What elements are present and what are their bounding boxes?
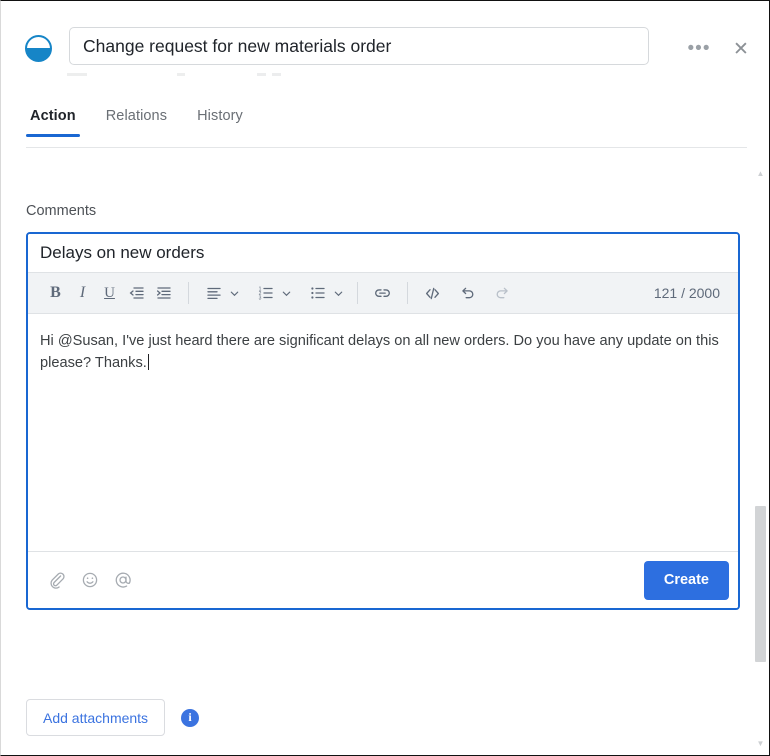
mention-at-icon[interactable]: [108, 565, 138, 595]
tab-action[interactable]: Action: [26, 106, 80, 137]
add-attachments-button[interactable]: Add attachments: [26, 699, 166, 736]
header-actions: ••• ✕: [665, 37, 753, 61]
redo-icon[interactable]: [489, 280, 516, 306]
more-options-button[interactable]: •••: [687, 37, 711, 61]
align-icon[interactable]: [200, 280, 227, 306]
text-cursor: [147, 354, 149, 370]
bold-icon[interactable]: B: [42, 280, 69, 306]
ordered-list-icon[interactable]: 1 2 3: [252, 280, 279, 306]
undo-icon[interactable]: [454, 280, 481, 306]
comment-body-editor[interactable]: Hi @Susan, I've just heard there are sig…: [28, 314, 738, 551]
comment-dialog: Change request for new materials order •…: [0, 0, 770, 756]
bulleted-list-icon[interactable]: [304, 280, 331, 306]
underline-icon[interactable]: U: [96, 280, 123, 306]
toolbar-divider-3: [407, 282, 408, 304]
link-icon[interactable]: [369, 280, 396, 306]
svg-text:3: 3: [258, 296, 261, 302]
scrollbar-thumb[interactable]: [755, 506, 766, 662]
app-logo-icon: [25, 35, 52, 62]
tab-bar: Action Relations History: [1, 106, 769, 148]
character-counter: 121 / 2000: [653, 285, 720, 301]
attach-paperclip-icon[interactable]: [42, 565, 72, 595]
page-scrollbar[interactable]: ▲ ▼: [753, 164, 768, 754]
more-dots-icon: •••: [687, 38, 711, 59]
indent-icon[interactable]: [150, 280, 177, 306]
tab-relations[interactable]: Relations: [102, 106, 171, 137]
editor-toolbar: B I U 1 2 3 121 / 2000: [28, 272, 738, 314]
close-icon: ✕: [733, 38, 749, 60]
outdent-icon[interactable]: [123, 280, 150, 306]
comment-subject-input[interactable]: Delays on new orders: [28, 234, 738, 272]
toolbar-divider-1: [188, 282, 189, 304]
attachments-row: Add attachments i: [26, 699, 200, 736]
tab-history[interactable]: History: [193, 106, 247, 137]
close-button[interactable]: ✕: [729, 37, 753, 61]
create-comment-button[interactable]: Create: [643, 560, 729, 600]
comments-section-label: Comments: [26, 203, 97, 219]
code-icon[interactable]: [419, 280, 446, 306]
align-chevron-down-icon[interactable]: [227, 280, 242, 306]
italic-icon[interactable]: I: [69, 280, 96, 306]
comment-body-text: Hi @Susan, I've just heard there are sig…: [40, 333, 719, 371]
emoji-icon[interactable]: [75, 565, 105, 595]
info-icon[interactable]: i: [181, 708, 200, 727]
tab-divider: [26, 147, 747, 148]
ordered-list-chevron-down-icon[interactable]: [279, 280, 294, 306]
scroll-down-arrow-icon[interactable]: ▼: [753, 734, 768, 752]
bulleted-list-chevron-down-icon[interactable]: [331, 280, 346, 306]
toolbar-divider-2: [357, 282, 358, 304]
editor-footer: Create: [28, 551, 738, 608]
comment-editor: Delays on new orders B I U 1 2 3 121 / 2…: [26, 232, 740, 610]
ticket-title-input[interactable]: Change request for new materials order: [69, 27, 649, 65]
scroll-up-arrow-icon[interactable]: ▲: [753, 164, 768, 182]
dialog-header: Change request for new materials order •…: [1, 1, 769, 89]
